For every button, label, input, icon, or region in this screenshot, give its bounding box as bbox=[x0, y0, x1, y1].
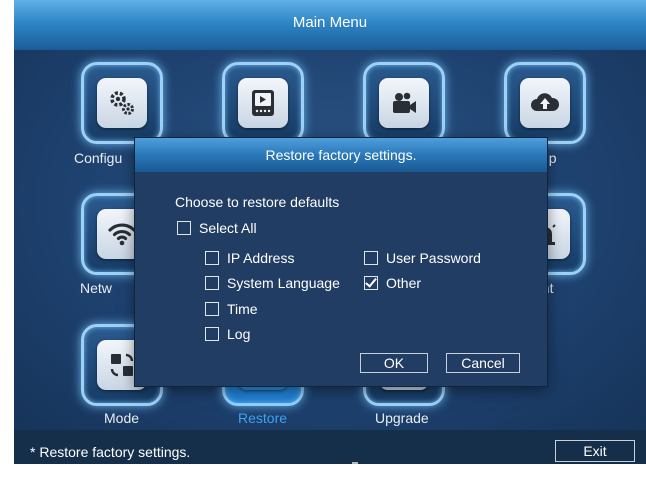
checkbox-box[interactable] bbox=[205, 251, 219, 265]
mode-icon bbox=[110, 353, 134, 377]
ok-button[interactable]: OK bbox=[360, 353, 428, 373]
checkbox-box-checked[interactable] bbox=[364, 276, 378, 290]
checkbox-box[interactable] bbox=[177, 221, 191, 235]
window-title: Main Menu bbox=[292, 14, 368, 31]
backup-tile[interactable] bbox=[504, 62, 586, 144]
checkbox-box[interactable] bbox=[205, 327, 219, 341]
select-all-label: Select All bbox=[199, 220, 257, 236]
camera-tile[interactable] bbox=[363, 62, 445, 144]
other-label: Other bbox=[386, 275, 422, 291]
checkbox-box[interactable] bbox=[205, 276, 219, 290]
player-icon bbox=[252, 90, 274, 116]
checkbox-box[interactable] bbox=[205, 302, 219, 316]
time-label: Time bbox=[227, 301, 258, 317]
restore-dialog: Restore factory settings. Choose to rest… bbox=[135, 138, 547, 386]
cancel-button[interactable]: Cancel bbox=[446, 353, 520, 373]
checkbox-box[interactable] bbox=[364, 251, 378, 265]
dialog-heading: Choose to restore defaults bbox=[175, 194, 340, 210]
dialog-title: Restore factory settings. bbox=[265, 147, 417, 163]
mode-label: Mode bbox=[104, 410, 140, 426]
log-label: Log bbox=[227, 326, 251, 342]
system-language-label: System Language bbox=[227, 275, 340, 291]
gears-icon bbox=[110, 91, 134, 115]
dvr-screen: Main Menu Configu Netw Mode Restore Upgr… bbox=[14, 0, 646, 464]
cloud-upload-icon bbox=[531, 93, 560, 111]
camera-icon bbox=[393, 92, 416, 113]
status-text: * Restore factory settings. bbox=[30, 444, 191, 460]
outer-margin bbox=[14, 464, 646, 494]
network-label: Netw bbox=[80, 280, 112, 296]
title-bar: Main Menu bbox=[14, 0, 646, 50]
dialog-title-bar: Restore factory settings. bbox=[135, 138, 547, 172]
user-password-label: User Password bbox=[386, 250, 481, 266]
ip-address-label: IP Address bbox=[227, 250, 295, 266]
playback-tile[interactable] bbox=[222, 62, 304, 144]
status-bar: * Restore factory settings. Exit bbox=[14, 430, 646, 464]
dialog-body: Choose to restore defaults Select All IP… bbox=[135, 172, 547, 386]
configuration-label: Configu bbox=[74, 150, 123, 166]
wifi-icon bbox=[108, 223, 136, 246]
exit-button[interactable]: Exit bbox=[555, 440, 635, 462]
configuration-tile[interactable] bbox=[81, 62, 163, 144]
restore-label: Restore bbox=[238, 410, 288, 426]
upgrade-label: Upgrade bbox=[375, 410, 429, 426]
